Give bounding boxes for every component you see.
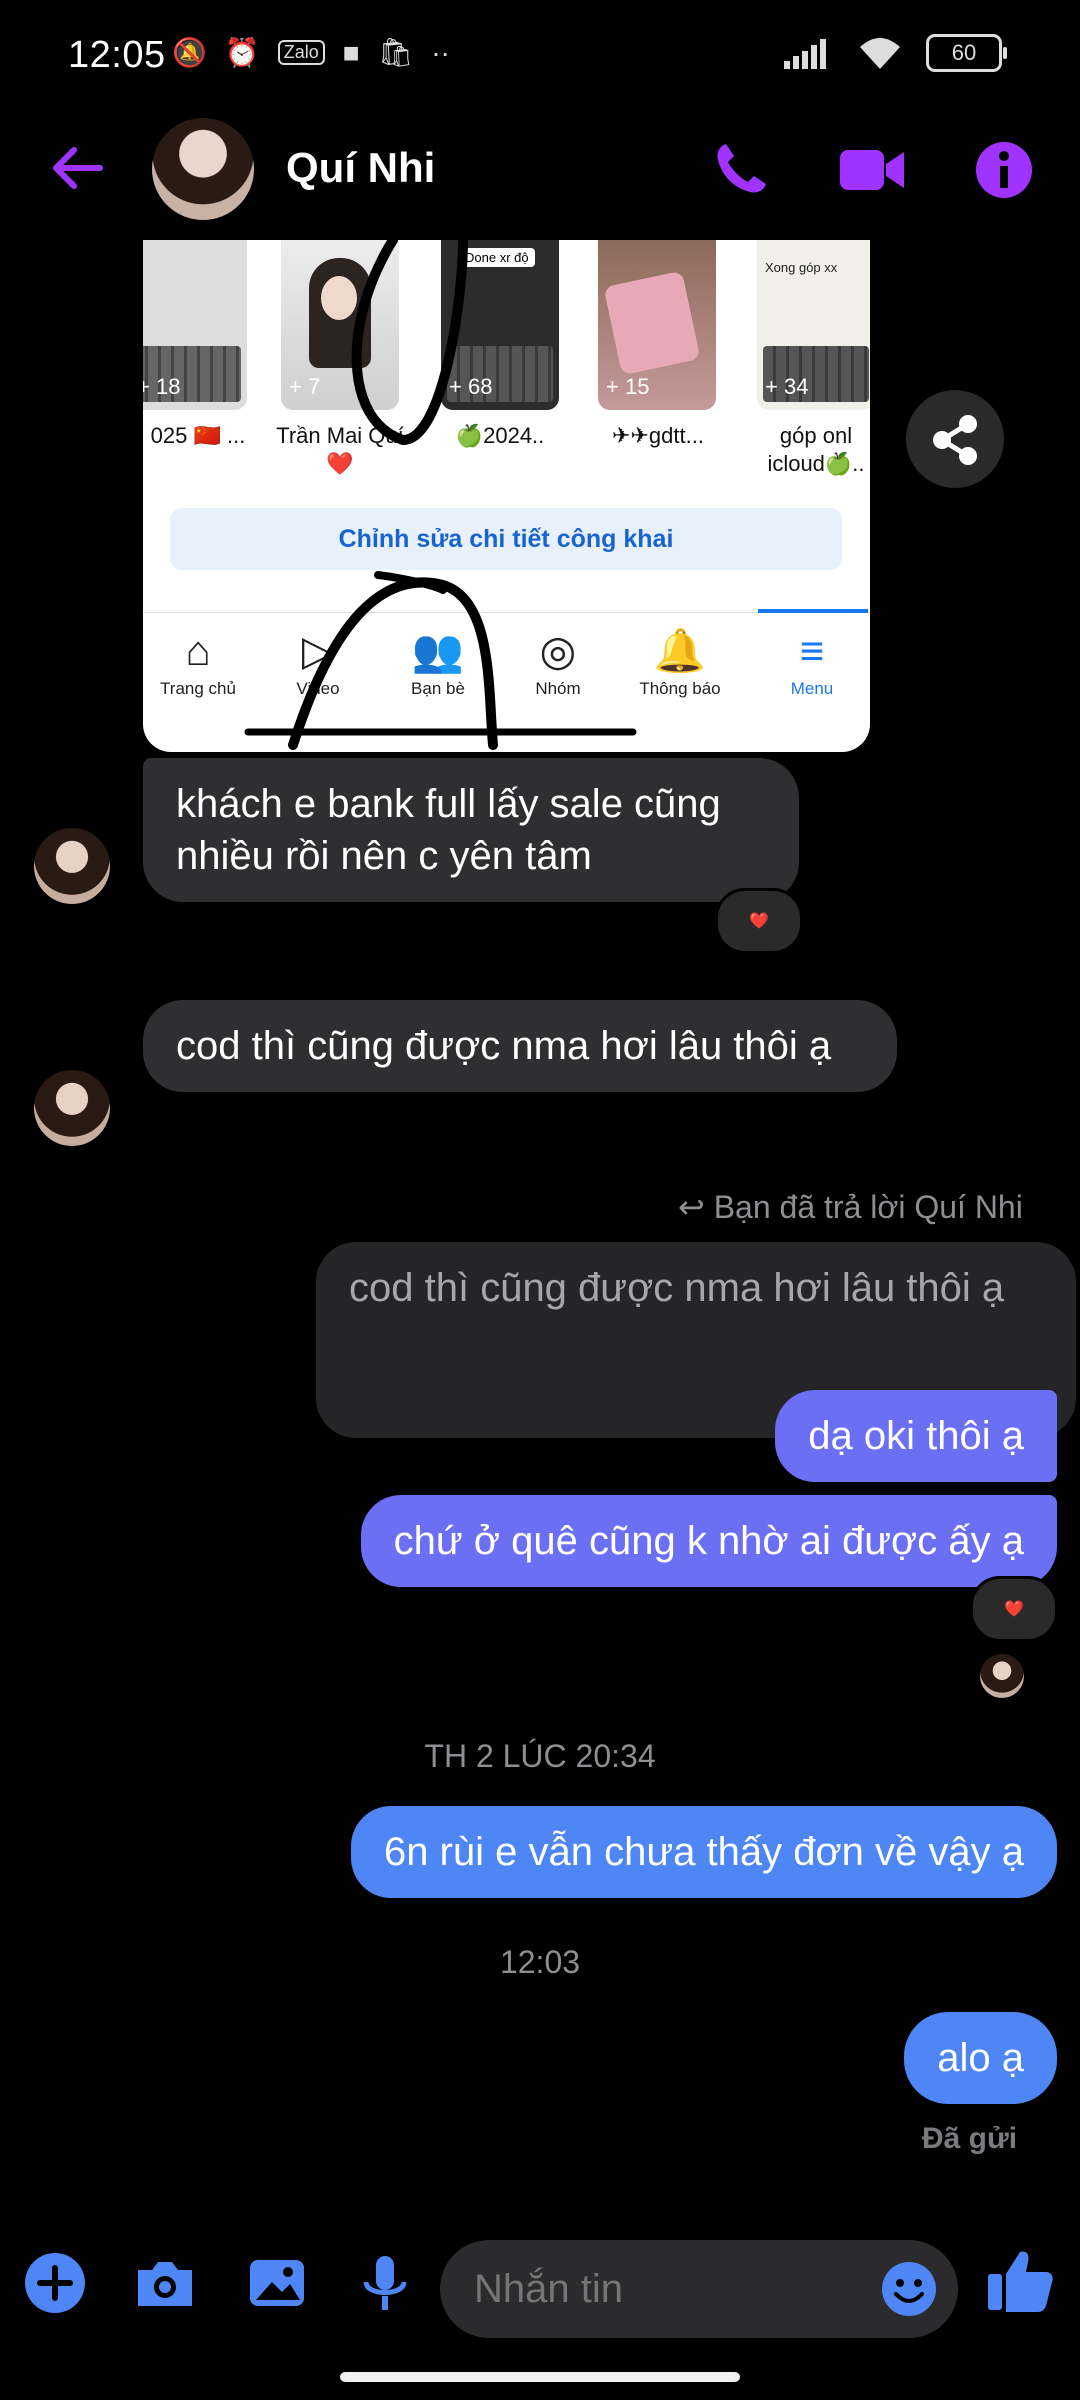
status-notification-icons: 🔕 ⏰ Zalo ■ 🛍 ·· [172,36,450,69]
alarm-icon: ⏰ [224,37,260,68]
video-icon: ▷ [301,627,335,674]
thumb-label: 🍏2024.. [455,423,545,448]
thumb-caption: Xong góp xx [765,260,838,275]
tab-friends: 👥 Bạn bè [383,623,493,699]
tab-groups: ◎ Nhóm [503,623,613,699]
mute-icon: 🔕 [172,37,207,68]
back-arrow-icon[interactable] [48,138,108,198]
home-indicator[interactable] [340,2372,740,2382]
reply-context: ↩ Bạn đã trả lời Quí Nhi [678,1188,1023,1226]
thumb-2: + 7 [281,240,399,410]
status-time: 12:05 [68,34,166,76]
thumb-count: + 15 [606,374,650,399]
thumb-count: + 68 [449,374,493,399]
sent-status: Đã gửi [922,2122,1018,2155]
tab-menu: ≡ Menu [757,623,867,699]
thumb-5: Xong góp xx + 34 [757,240,870,410]
tab-notifications: 🔔 Thông báo [625,623,735,699]
add-icon[interactable] [22,2250,88,2316]
gallery-icon[interactable] [244,2250,310,2316]
outgoing-message[interactable]: 6n rùi e vẫn chưa thấy đơn về vậy ạ [350,1806,1057,1898]
bell-icon: 🔔 [653,627,707,674]
video-camera-icon: ■ [342,36,360,68]
thumb-count: + 18 [143,374,181,399]
heart-reaction[interactable]: ❤️ [715,888,803,954]
timestamp: TH 2 LÚC 20:34 [424,1738,656,1774]
incoming-message[interactable]: cod thì cũng được nma hơi lâu thôi ạ [143,1000,897,1092]
share-button[interactable] [906,390,1004,488]
contact-avatar-small[interactable] [34,828,110,904]
active-tab-indicator [758,609,868,613]
camera-icon[interactable] [132,2250,198,2316]
phone-call-icon[interactable] [708,138,772,202]
microphone-icon[interactable] [352,2250,418,2316]
thumb-caption: Done xr độ [459,248,535,267]
facebook-tab-bar: ⌂ Trang chủ ▷ Video 👥 Bạn bè ◎ Nhóm 🔔 Th… [143,609,870,752]
emoji-icon[interactable] [880,2260,938,2318]
signal-icon [784,39,826,69]
status-system-icons: 60 [784,34,1007,72]
shared-image[interactable]: + 18 + 7 Done xr độ + 68 + 15 Xong góp x… [143,240,870,752]
outgoing-message[interactable]: alo ạ [904,2012,1057,2104]
tab-label: Bạn bè [411,679,465,698]
reply-context-label: Bạn đã trả lời Quí Nhi [713,1189,1023,1225]
shopping-bag-icon: 🛍 [377,37,414,68]
contact-avatar[interactable] [152,118,254,220]
timestamp: 12:03 [499,1944,581,1980]
tab-home: ⌂ Trang chủ [143,623,253,699]
friends-icon: 👥 [411,627,465,674]
tab-video: ▷ Video [263,623,373,699]
thumb-label: góp onl icloud🍏.. [767,423,865,476]
edit-public-details-button: Chỉnh sửa chi tiết công khai [170,508,842,570]
info-icon[interactable] [972,138,1036,202]
groups-icon: ◎ [539,627,577,674]
story-thumbs: + 18 + 7 Done xr độ + 68 + 15 Xong góp x… [143,240,870,415]
share-icon [933,415,977,465]
thumb-count: + 7 [289,374,321,399]
thumb-3: Done xr độ + 68 [441,240,559,410]
tab-label: Nhóm [535,679,581,698]
incoming-message[interactable]: khách e bank full lấy sale cũng nhiều rồ… [143,758,799,902]
contact-name[interactable]: Quí Nhi [286,144,435,192]
thumbs-up-icon[interactable] [984,2244,1056,2316]
outgoing-message[interactable]: dạ oki thôi ạ [775,1390,1057,1482]
thumb-label: 025 🇨🇳 ... [150,423,246,448]
outgoing-message[interactable]: chứ ở quê cũng k nhờ ai được ấy ạ [360,1495,1057,1587]
heart-reaction[interactable]: ❤️ [970,1576,1058,1642]
tab-label: Thông báo [639,679,721,698]
tab-label: Trang chủ [160,679,236,698]
wifi-icon [860,38,900,69]
video-call-icon[interactable] [838,138,908,202]
home-icon: ⌂ [185,627,211,674]
battery-indicator: 60 [926,34,1007,72]
tab-label: Menu [790,679,834,698]
reply-arrow-icon: ↩ [678,1189,705,1225]
thumb-label: Trần Mai Quí❤️ [276,423,404,476]
more-notifications-icon: ·· [431,36,450,68]
thumb-1: + 18 [143,240,247,410]
zalo-icon: Zalo [277,40,325,65]
thumb-label: ✈✈gdtt... [612,423,704,448]
seen-by-avatar [980,1654,1024,1698]
thumb-count: + 34 [765,374,809,399]
tab-label: Video [296,679,340,698]
menu-icon: ≡ [799,627,825,674]
contact-avatar-small[interactable] [34,1070,110,1146]
thumb-4: + 15 [598,240,716,410]
